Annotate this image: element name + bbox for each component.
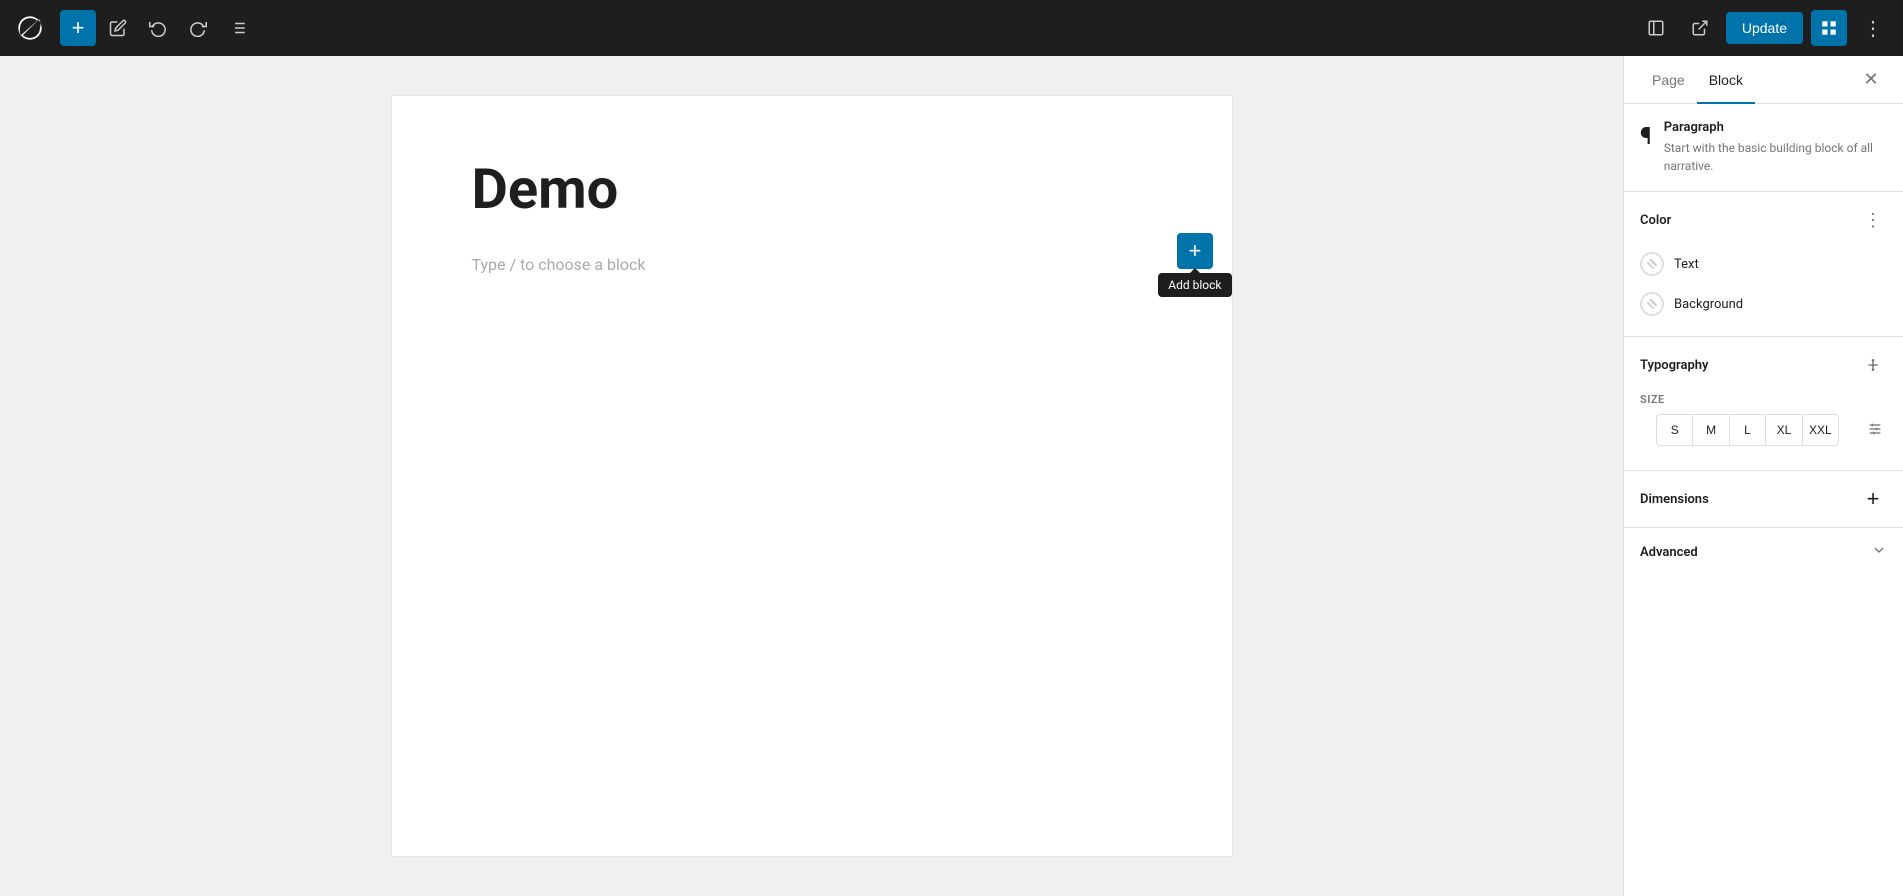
undo-button[interactable] bbox=[140, 10, 176, 46]
list-view-button[interactable] bbox=[220, 10, 256, 46]
tab-block[interactable]: Block bbox=[1697, 56, 1755, 104]
advanced-chevron-icon bbox=[1871, 542, 1887, 562]
preview-button[interactable] bbox=[1682, 10, 1718, 46]
view-button[interactable] bbox=[1638, 10, 1674, 46]
size-btn-s[interactable]: S bbox=[1657, 415, 1693, 445]
color-section-header[interactable]: Color ⋮ bbox=[1624, 192, 1903, 244]
more-options-button[interactable]: ⋮ bbox=[1855, 10, 1891, 46]
dimensions-add-button[interactable]: + bbox=[1859, 485, 1887, 513]
color-section-title: Color bbox=[1640, 213, 1671, 228]
sidebar-close-button[interactable]: ✕ bbox=[1855, 64, 1887, 96]
dimensions-section: Dimensions + bbox=[1624, 471, 1903, 528]
settings-button[interactable] bbox=[1811, 10, 1847, 46]
sidebar-body: ¶ Paragraph Start with the basic buildin… bbox=[1624, 104, 1903, 896]
color-item-background[interactable]: Background bbox=[1624, 284, 1903, 324]
text-color-circle bbox=[1640, 252, 1664, 276]
dimensions-header[interactable]: Dimensions + bbox=[1624, 471, 1903, 527]
edit-tool-button[interactable] bbox=[100, 10, 136, 46]
editor-content: Demo Type / to choose a block + Add bloc… bbox=[392, 96, 1232, 856]
color-section: Color ⋮ Text Background bbox=[1624, 192, 1903, 337]
block-area: Type / to choose a block + Add block bbox=[472, 247, 1152, 282]
color-item-text[interactable]: Text bbox=[1624, 244, 1903, 284]
typography-more-button[interactable] bbox=[1859, 351, 1887, 379]
wordpress-logo bbox=[12, 10, 48, 46]
typography-section: Typography SIZE S M L XL XXL bbox=[1624, 337, 1903, 471]
typography-adjust-button[interactable] bbox=[1863, 417, 1887, 444]
toolbar: + Update ⋮ bbox=[0, 0, 1903, 56]
add-block-tooltip: Add block bbox=[1158, 273, 1231, 297]
block-placeholder[interactable]: Type / to choose a block + Add block bbox=[472, 247, 1152, 282]
typography-section-header[interactable]: Typography bbox=[1624, 337, 1903, 389]
advanced-header[interactable]: Advanced bbox=[1624, 528, 1903, 576]
editor-area: Demo Type / to choose a block + Add bloc… bbox=[0, 56, 1623, 896]
paragraph-title: Paragraph bbox=[1664, 120, 1887, 135]
tab-page[interactable]: Page bbox=[1640, 56, 1697, 104]
paragraph-section: ¶ Paragraph Start with the basic buildin… bbox=[1624, 104, 1903, 192]
add-block-button[interactable]: + bbox=[60, 10, 96, 46]
size-btn-xxl[interactable]: XXL bbox=[1803, 415, 1838, 445]
toolbar-right: Update ⋮ bbox=[1638, 10, 1891, 46]
inline-add-block-button[interactable]: + bbox=[1177, 233, 1213, 269]
paragraph-description: Start with the basic building block of a… bbox=[1664, 139, 1887, 175]
advanced-section: Advanced bbox=[1624, 528, 1903, 576]
sidebar-tabs: Page Block ✕ bbox=[1624, 56, 1903, 104]
color-more-button[interactable]: ⋮ bbox=[1859, 206, 1887, 234]
size-btn-l[interactable]: L bbox=[1730, 415, 1766, 445]
paragraph-icon: ¶ bbox=[1640, 122, 1652, 150]
placeholder-text: Type / to choose a block bbox=[472, 255, 646, 274]
dimensions-title: Dimensions bbox=[1640, 492, 1709, 507]
advanced-title: Advanced bbox=[1640, 545, 1698, 560]
size-btn-m[interactable]: M bbox=[1693, 415, 1729, 445]
main-layout: Demo Type / to choose a block + Add bloc… bbox=[0, 56, 1903, 896]
background-color-label: Background bbox=[1674, 297, 1743, 312]
size-btn-xl[interactable]: XL bbox=[1766, 415, 1802, 445]
paragraph-info: Paragraph Start with the basic building … bbox=[1664, 120, 1887, 175]
size-buttons: S M L XL XXL bbox=[1656, 414, 1839, 446]
text-color-label: Text bbox=[1674, 257, 1699, 272]
post-title[interactable]: Demo bbox=[472, 156, 1152, 223]
sidebar: Page Block ✕ ¶ Paragraph Start with the … bbox=[1623, 56, 1903, 896]
update-button[interactable]: Update bbox=[1726, 12, 1803, 44]
background-color-circle bbox=[1640, 292, 1664, 316]
size-label: SIZE bbox=[1624, 389, 1903, 414]
typography-section-title: Typography bbox=[1640, 358, 1709, 373]
redo-button[interactable] bbox=[180, 10, 216, 46]
